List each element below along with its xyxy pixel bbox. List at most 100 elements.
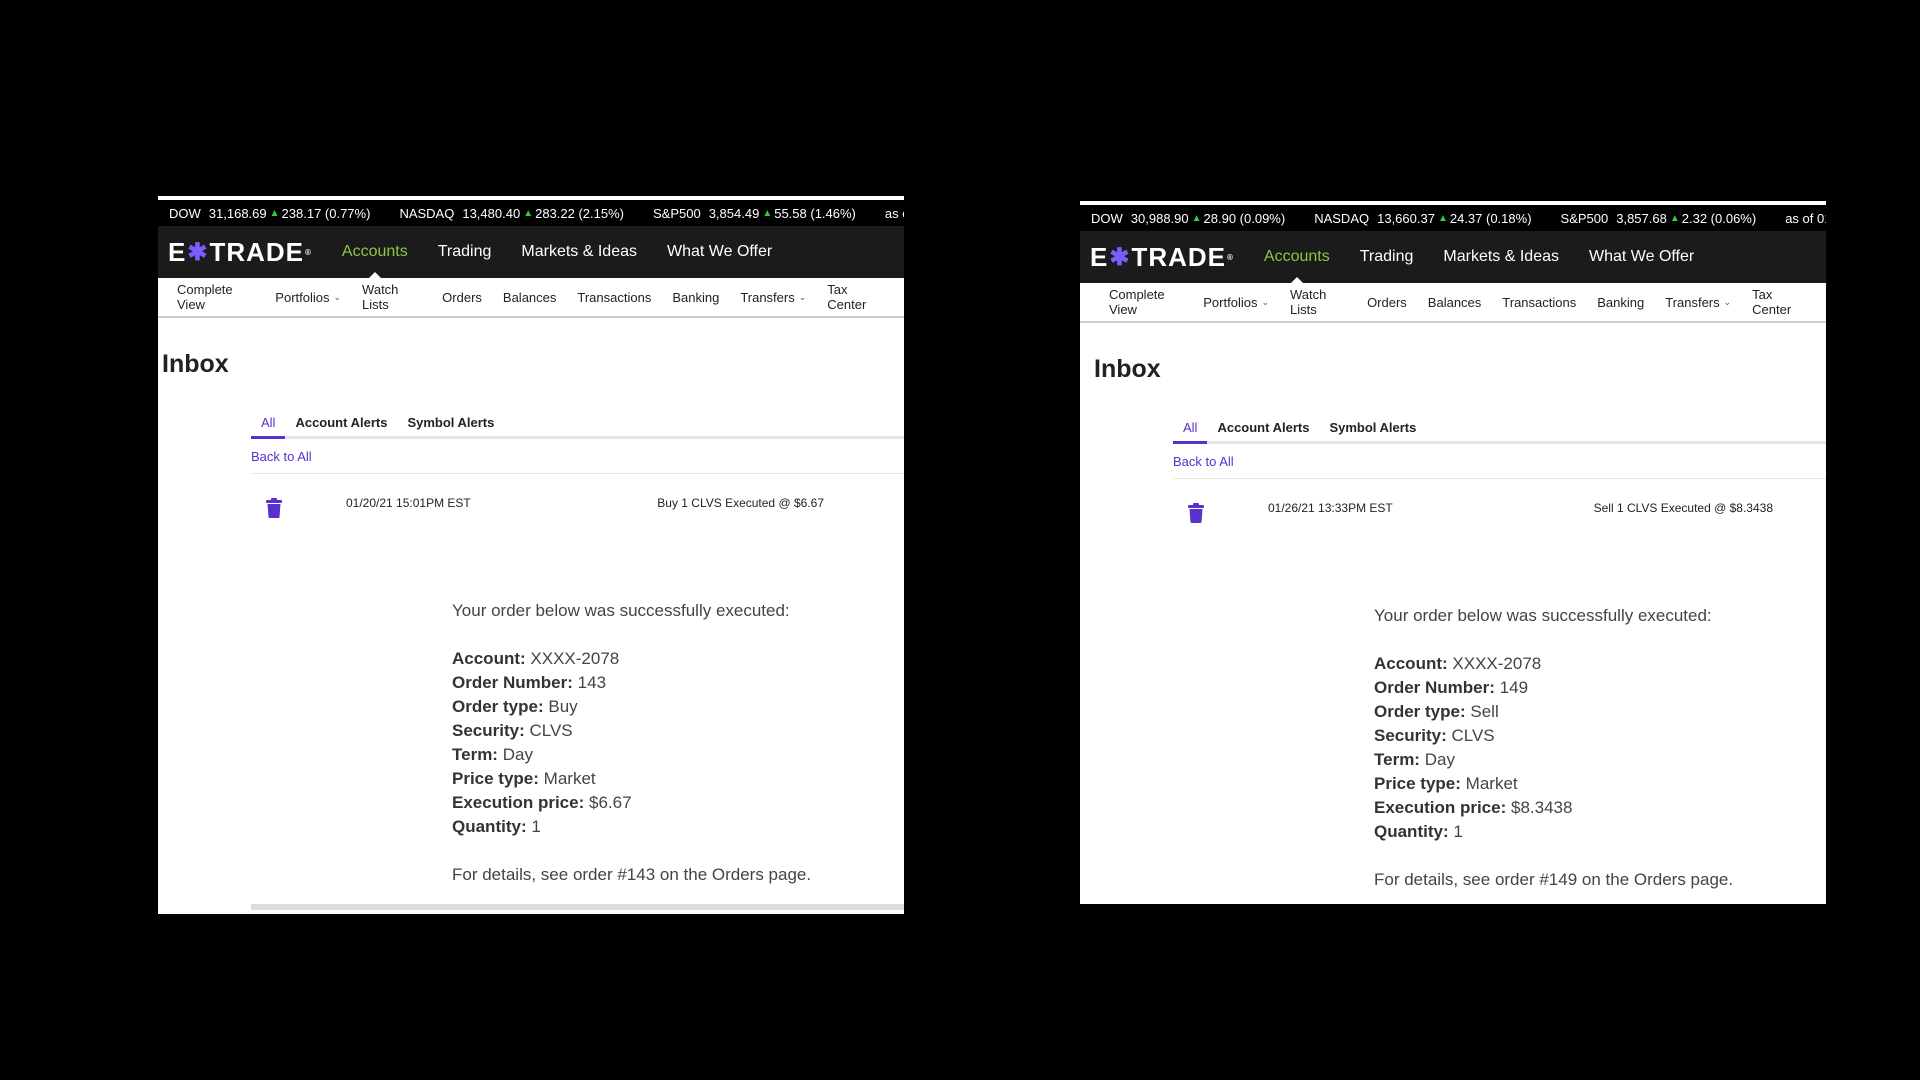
message-date: 01/26/21 13:33PM EST (1268, 501, 1393, 515)
triangle-up-icon: ▲ (762, 207, 773, 219)
field-value: Buy (548, 697, 578, 716)
accounts-subnav: Complete View Portfolios ⌄ Watch Lists Or… (158, 278, 904, 318)
main-nav: E ✱ TRADE ® Accounts Trading Markets & Idea… (158, 226, 904, 279)
subnav-complete-view[interactable]: Complete View (1109, 287, 1182, 317)
field-label: Quantity: (452, 817, 527, 836)
subnav-banking[interactable]: Banking (1597, 295, 1644, 310)
nav-trading[interactable]: Trading (1360, 231, 1414, 283)
message-date: 01/20/21 15:01PM EST (346, 496, 471, 510)
field-label: Term: (1374, 750, 1420, 769)
field-order-type: Order type: Sell (1374, 700, 1733, 724)
message-intro: Your order below was successfully execut… (452, 601, 790, 620)
ticker-change: 24.37 (0.18%) (1449, 210, 1532, 226)
message-intro: Your order below was successfully execut… (1374, 606, 1712, 625)
accounts-subnav: Complete View Portfolios ⌄ Watch Lists Or… (1080, 283, 1826, 323)
field-price-type: Price type: Market (452, 767, 811, 791)
inbox-window-left: DOW 31,168.69 ▲ 238.17 (0.77%) NASDAQ 13… (158, 196, 904, 914)
subnav-orders[interactable]: Orders (1367, 295, 1407, 310)
subnav-label: Transactions (1502, 294, 1577, 310)
field-order-number: Order Number: 149 (1374, 676, 1733, 700)
back-to-all-link[interactable]: Back to All (1173, 454, 1234, 469)
subnav-tax-center[interactable]: Tax Center (827, 282, 883, 312)
triangle-up-icon: ▲ (523, 207, 534, 219)
subnav-watch-lists[interactable]: Watch Lists (1290, 287, 1346, 317)
field-value: Day (1424, 750, 1455, 769)
tab-symbol-alerts[interactable]: Symbol Alerts (1319, 420, 1426, 441)
ticker-value: 31,168.69 (208, 205, 267, 221)
field-order-type: Order type: Buy (452, 695, 811, 719)
star-icon: ✱ (187, 238, 209, 266)
subnav-label: Portfolios (275, 289, 330, 305)
subnav-label: Watch Lists (362, 282, 399, 312)
etrade-logo[interactable]: E ✱ TRADE ® (168, 237, 312, 268)
field-value: Market (543, 769, 596, 788)
divider (251, 473, 904, 474)
message-footer: For details, see order #149 on the Order… (1374, 870, 1734, 889)
ticker-timestamp: as of 01:34 (1785, 210, 1826, 226)
nav-markets-ideas[interactable]: Markets & Ideas (1443, 231, 1559, 283)
back-to-all-link[interactable]: Back to All (251, 449, 312, 464)
inbox-tabs: All Account Alerts Symbol Alerts (251, 406, 904, 439)
subnav-watch-lists[interactable]: Watch Lists (362, 282, 421, 312)
subnav-complete-view[interactable]: Complete View (177, 282, 254, 312)
subnav-transfers[interactable]: Transfers ⌄ (1665, 295, 1731, 310)
field-value: Market (1465, 774, 1518, 793)
field-account: Account: XXXX-2078 (1374, 652, 1733, 676)
field-value: CLVS (529, 721, 573, 740)
tab-symbol-alerts[interactable]: Symbol Alerts (397, 415, 504, 436)
message-header-row: 01/26/21 13:33PM EST Sell 1 CLVS Execute… (1173, 501, 1826, 531)
field-value: CLVS (1451, 726, 1495, 745)
ticker-dow[interactable]: DOW 30,988.90 ▲ 28.90 (0.09%) (1091, 211, 1285, 226)
nav-markets-ideas[interactable]: Markets & Ideas (521, 226, 637, 278)
nav-what-we-offer[interactable]: What We Offer (667, 226, 772, 278)
etrade-logo[interactable]: E ✱ TRADE ® (1090, 242, 1234, 273)
ticker-change: 28.90 (0.09%) (1203, 210, 1286, 226)
field-term: Term: Day (1374, 748, 1733, 772)
subnav-orders[interactable]: Orders (442, 290, 482, 305)
subnav-balances[interactable]: Balances (503, 290, 556, 305)
horizontal-scrollbar[interactable] (251, 904, 904, 910)
field-value: XXXX-2078 (1452, 654, 1542, 673)
trash-icon[interactable] (266, 498, 282, 518)
tab-all[interactable]: All (251, 415, 286, 439)
field-quantity: Quantity: 1 (452, 815, 811, 839)
message-body: Your order below was successfully execut… (452, 599, 811, 887)
ticker-sp500[interactable]: S&P500 3,857.68 ▲ 2.32 (0.06%) (1561, 211, 1757, 226)
subnav-label: Tax Center (1752, 287, 1792, 317)
market-ticker: DOW 30,988.90 ▲ 28.90 (0.09%) NASDAQ 13,… (1080, 201, 1826, 231)
field-security: Security: CLVS (1374, 724, 1733, 748)
chevron-down-icon: ⌄ (1723, 296, 1732, 307)
ticker-value: 13,660.37 (1377, 210, 1435, 226)
ticker-sp500[interactable]: S&P500 3,854.49 ▲ 55.58 (1.46%) (653, 206, 856, 221)
nav-accounts[interactable]: Accounts (342, 226, 408, 279)
field-price-type: Price type: Market (1374, 772, 1733, 796)
tab-all[interactable]: All (1173, 420, 1208, 444)
message-subject: Buy 1 CLVS Executed @ $6.67 (657, 496, 824, 510)
subnav-transactions[interactable]: Transactions (1502, 295, 1576, 310)
nav-accounts[interactable]: Accounts (1264, 231, 1330, 284)
subnav-banking[interactable]: Banking (672, 290, 719, 305)
field-value: Sell (1470, 702, 1499, 721)
tab-account-alerts[interactable]: Account Alerts (1207, 420, 1319, 441)
subnav-portfolios[interactable]: Portfolios ⌄ (275, 290, 341, 305)
field-value: 1 (1453, 822, 1463, 841)
nav-trading[interactable]: Trading (438, 226, 492, 278)
ticker-dow[interactable]: DOW 31,168.69 ▲ 238.17 (0.77%) (169, 206, 370, 221)
page-title: Inbox (1094, 355, 1161, 383)
subnav-label: Balances (1427, 294, 1482, 310)
market-ticker: DOW 31,168.69 ▲ 238.17 (0.77%) NASDAQ 13… (158, 196, 904, 226)
subnav-label: Transactions (577, 289, 652, 305)
subnav-portfolios[interactable]: Portfolios ⌄ (1203, 295, 1269, 310)
field-value: 143 (577, 673, 607, 692)
subnav-transactions[interactable]: Transactions (577, 290, 651, 305)
chevron-down-icon: ⌄ (333, 291, 342, 302)
subnav-tax-center[interactable]: Tax Center (1752, 287, 1805, 317)
subnav-transfers[interactable]: Transfers ⌄ (740, 290, 806, 305)
ticker-nasdaq[interactable]: NASDAQ 13,660.37 ▲ 24.37 (0.18%) (1314, 211, 1531, 226)
trash-icon[interactable] (1188, 503, 1204, 523)
tab-account-alerts[interactable]: Account Alerts (285, 415, 397, 436)
subnav-balances[interactable]: Balances (1428, 295, 1481, 310)
chevron-down-icon: ⌄ (798, 291, 807, 302)
ticker-nasdaq[interactable]: NASDAQ 13,480.40 ▲ 283.22 (2.15%) (399, 206, 624, 221)
nav-what-we-offer[interactable]: What We Offer (1589, 231, 1694, 283)
